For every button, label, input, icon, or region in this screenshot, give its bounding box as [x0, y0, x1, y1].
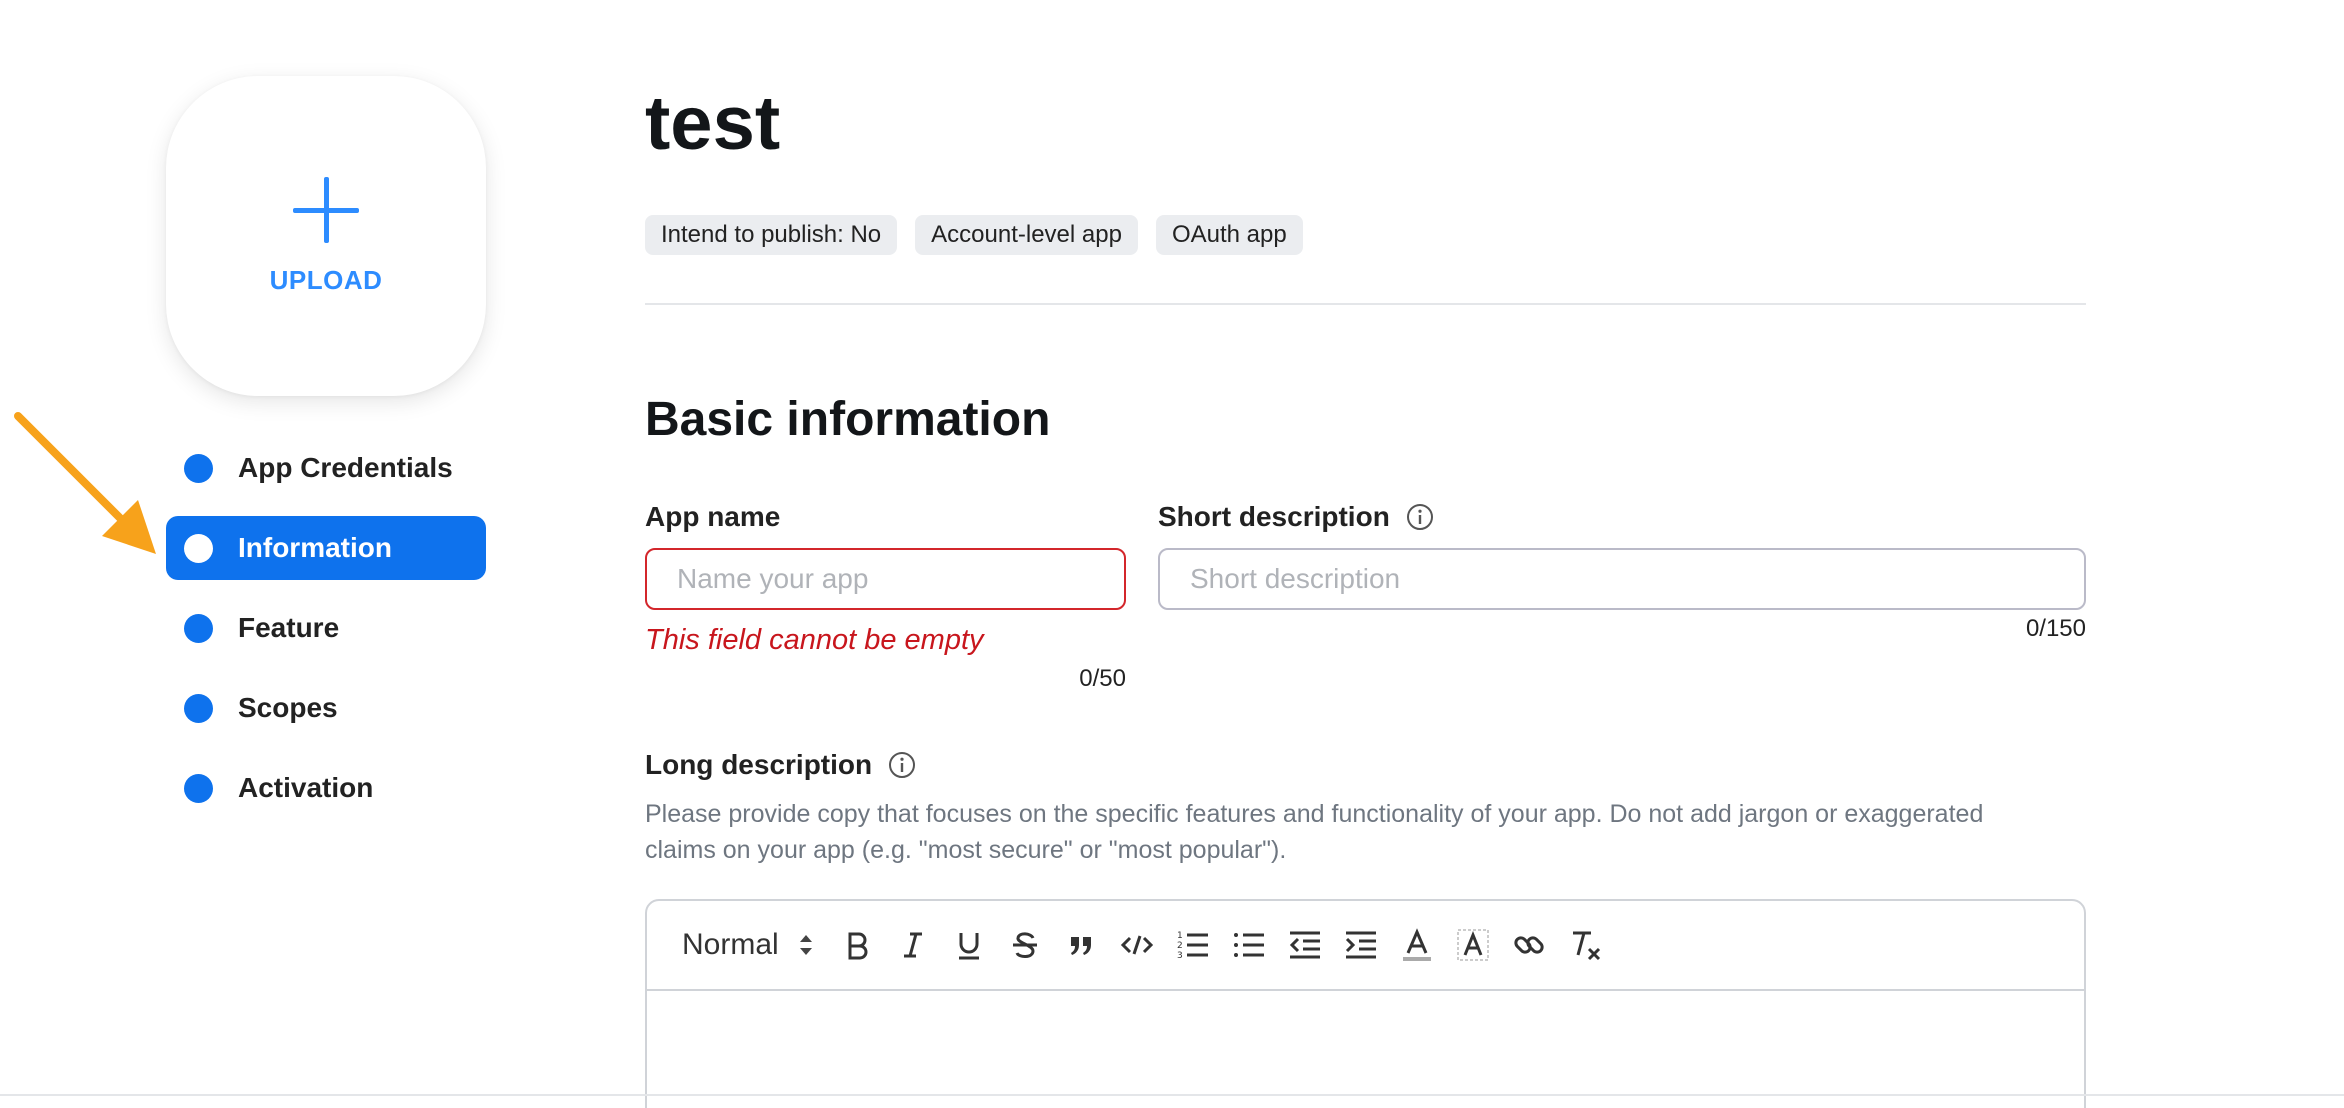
nav-item-information[interactable]: Information	[166, 516, 486, 580]
sort-icon	[799, 935, 812, 955]
short-description-input[interactable]	[1158, 548, 2086, 610]
indent-button[interactable]	[1341, 925, 1381, 965]
blockquote-icon	[1070, 937, 1091, 955]
code-button[interactable]	[1117, 925, 1157, 965]
nav-item-label: Information	[238, 532, 392, 563]
header-divider	[645, 303, 2086, 305]
strikethrough-button[interactable]	[1005, 925, 1045, 965]
app-name-label-text: App name	[645, 501, 781, 532]
svg-text:3: 3	[1177, 951, 1183, 961]
app-config-page: UPLOAD App Credentials Information Featu…	[0, 0, 2344, 1108]
upload-label: UPLOAD	[269, 264, 383, 295]
nav-item-label: App Credentials	[238, 452, 453, 483]
long-description-label: Long description	[645, 749, 916, 781]
long-description-label-text: Long description	[645, 749, 873, 780]
short-description-label: Short description	[1158, 501, 1434, 533]
text-format-select[interactable]: Normal	[682, 928, 815, 962]
tag-publish: Intend to publish: No	[645, 215, 898, 255]
italic-button[interactable]	[893, 925, 933, 965]
outdent-icon	[1289, 931, 1320, 959]
svg-text:1: 1	[1177, 931, 1183, 941]
clear-format-icon	[1572, 931, 1600, 961]
nav-item-label: Feature	[238, 612, 340, 643]
ordered-list-button[interactable]: 1 2 3	[1173, 925, 1213, 965]
short-description-counter: 0/150	[2025, 615, 2086, 642]
bold-icon	[848, 932, 868, 960]
text-color-icon	[1402, 928, 1431, 961]
nav-status-dot	[184, 693, 213, 723]
svg-text:2: 2	[1177, 941, 1183, 951]
app-name-error: This field cannot be empty	[645, 624, 984, 656]
app-name-counter: 0/50	[1079, 665, 1126, 692]
background-color-icon	[1457, 929, 1489, 961]
strikethrough-icon	[1012, 932, 1037, 958]
upload-app-icon-button[interactable]: UPLOAD	[166, 76, 486, 396]
text-color-button[interactable]	[1397, 925, 1437, 965]
app-name-input[interactable]	[645, 548, 1126, 610]
plus-icon	[293, 176, 359, 243]
nav-item-label: Scopes	[238, 692, 338, 723]
tag-app-level: Account-level app	[915, 215, 1138, 255]
tag-app-type: OAuth app	[1155, 215, 1303, 255]
nav-item-feature[interactable]: Feature	[166, 596, 486, 660]
page-bottom-divider	[0, 1094, 2344, 1096]
link-icon	[1514, 936, 1544, 954]
blockquote-button[interactable]	[1061, 925, 1101, 965]
nav-item-label: Activation	[238, 772, 374, 803]
editor-toolbar: Normal 1 2 3	[647, 901, 2084, 991]
indent-icon	[1345, 931, 1376, 959]
code-icon	[1120, 935, 1153, 955]
section-title: Basic information	[645, 393, 1051, 446]
nav-item-app-credentials[interactable]: App Credentials	[166, 436, 486, 500]
annotation-arrow-icon	[14, 412, 156, 554]
underline-button[interactable]	[949, 925, 989, 965]
app-tags: Intend to publish: No Account-level app …	[645, 215, 1303, 255]
italic-icon	[903, 932, 922, 958]
info-icon[interactable]	[888, 751, 916, 779]
side-nav: App Credentials Information Feature Scop…	[166, 436, 486, 836]
info-icon[interactable]	[1406, 503, 1434, 531]
clear-format-button[interactable]	[1565, 925, 1605, 965]
link-button[interactable]	[1509, 925, 1549, 965]
ordered-list-icon: 1 2 3	[1177, 931, 1208, 961]
nav-status-dot	[184, 613, 213, 643]
underline-icon	[958, 933, 979, 960]
long-description-help: Please provide copy that focuses on the …	[645, 800, 1984, 864]
outdent-button[interactable]	[1285, 925, 1325, 965]
bold-button[interactable]	[837, 925, 877, 965]
background-color-button[interactable]	[1453, 925, 1493, 965]
nav-item-scopes[interactable]: Scopes	[166, 676, 486, 740]
page-title: test	[645, 81, 781, 166]
bullet-list-button[interactable]	[1229, 925, 1269, 965]
text-format-value: Normal	[682, 928, 779, 961]
short-description-label-text: Short description	[1158, 501, 1390, 532]
nav-status-dot	[184, 533, 213, 563]
nav-status-dot	[184, 773, 213, 803]
nav-status-dot	[184, 453, 213, 483]
nav-item-activation[interactable]: Activation	[166, 756, 486, 820]
long-description-editor[interactable]: Normal 1 2 3	[645, 899, 2086, 1108]
bullet-list-icon	[1233, 933, 1264, 957]
app-name-label: App name	[645, 501, 780, 533]
